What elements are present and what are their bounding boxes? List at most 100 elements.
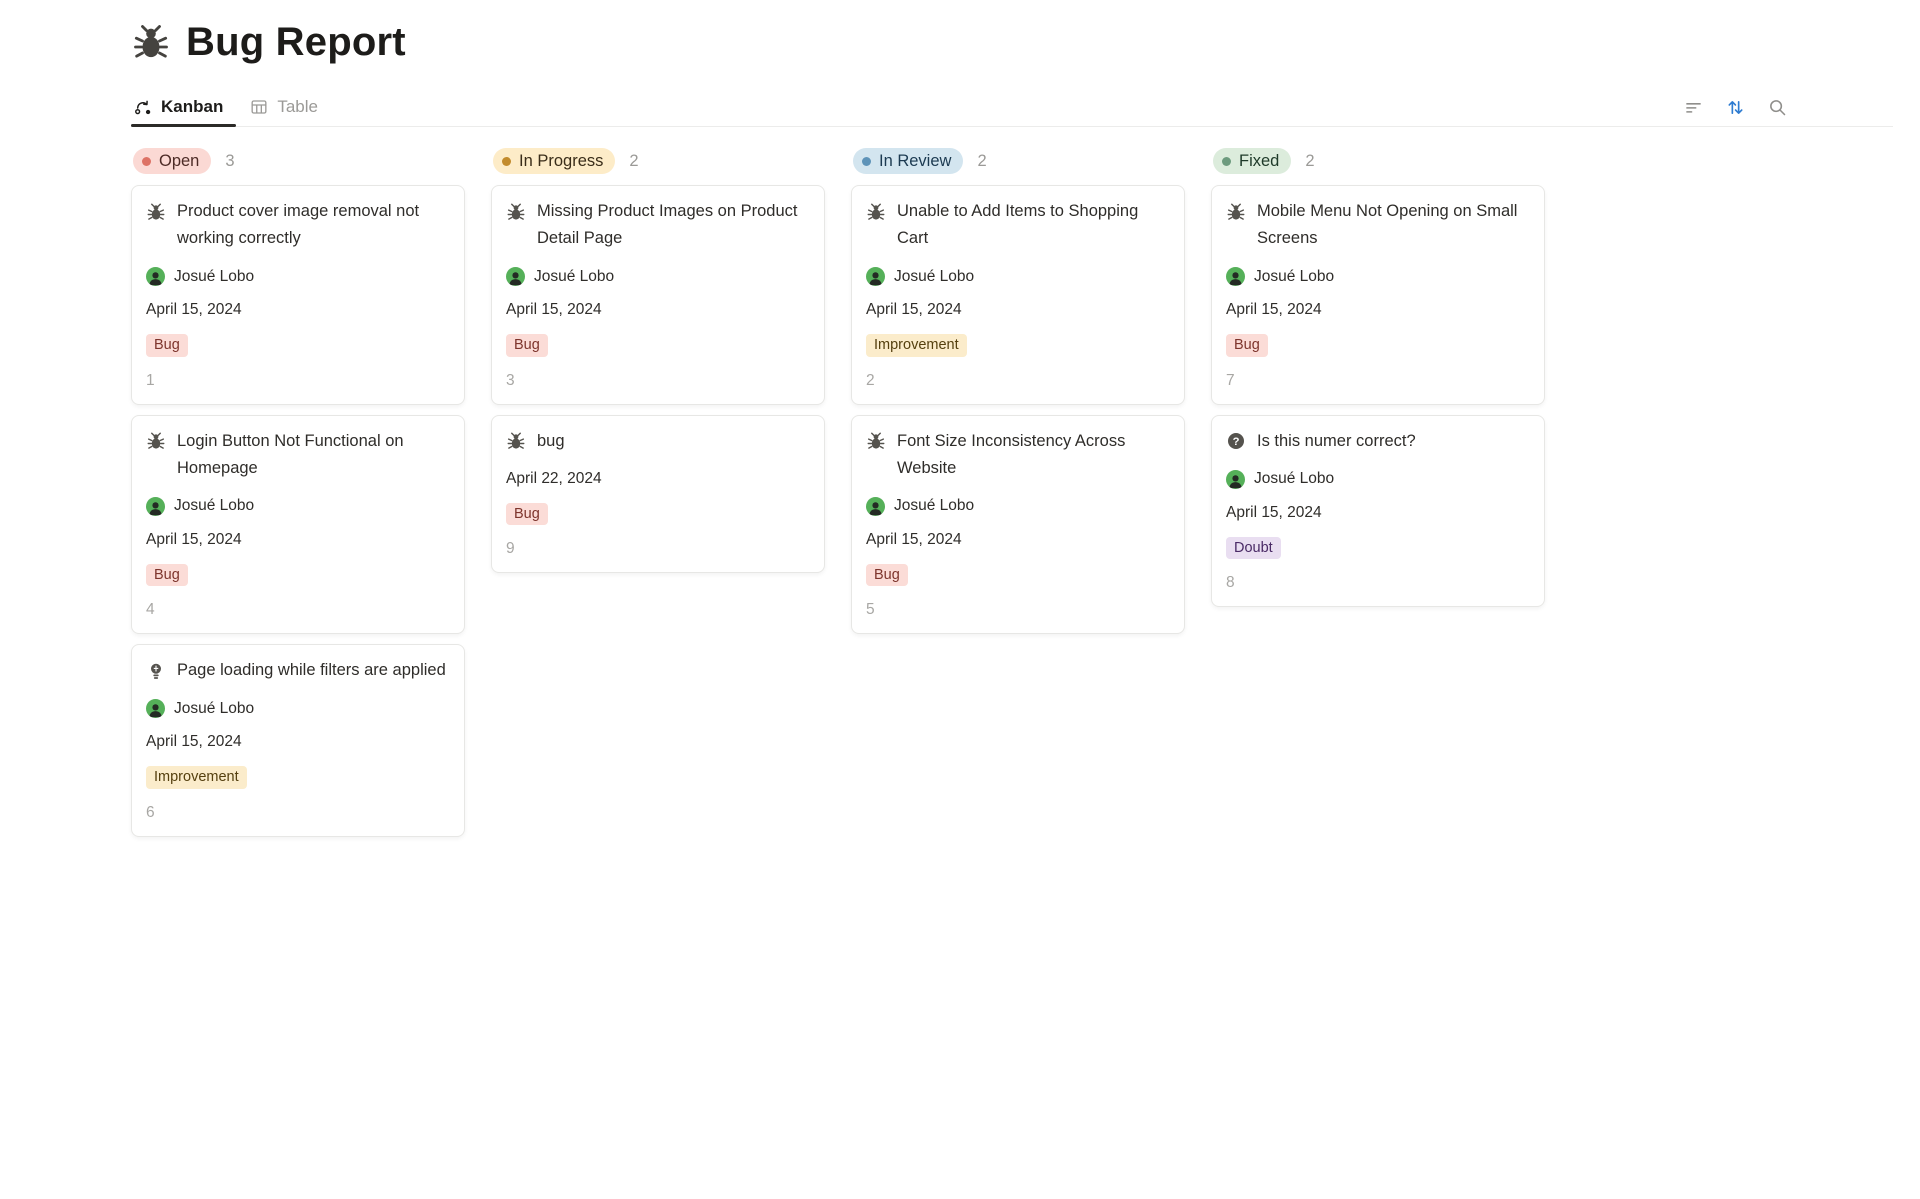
search-icon [1767,97,1788,118]
assignee-name: Josué Lobo [894,497,974,515]
person-icon [1227,269,1244,286]
card-title: Login Button Not Functional on Homepage [177,428,450,482]
card-title: Page loading while filters are applied [177,657,446,684]
filter-icon [1683,97,1704,118]
filter-button[interactable] [1681,95,1706,120]
avatar [1226,470,1245,489]
assignee-name: Josué Lobo [174,700,254,718]
card-title: Missing Product Images on Product Detail… [537,198,810,252]
kanban-card[interactable]: bug April 22, 2024 Bug 9 [491,415,825,574]
bug-icon [506,202,526,222]
status-label: In Progress [519,152,603,171]
page-title[interactable]: Bug Report [186,20,406,65]
board-column-fixed: Fixed 2 Mobile Menu Not Opening on Small… [1211,148,1545,617]
card-tag-row: Bug [866,564,1170,587]
status-dot [142,157,151,166]
card-tag-row: Bug [146,334,450,357]
tab-kanban[interactable]: Kanban [131,88,236,126]
avatar [146,699,165,718]
card-id: 2 [866,372,1170,390]
person-icon [507,269,524,286]
column-count: 2 [1305,152,1314,171]
assignee-name: Josué Lobo [534,268,614,286]
kanban-card[interactable]: Missing Product Images on Product Detail… [491,185,825,405]
column-count: 2 [977,152,986,171]
card-tag-row: Bug [1226,334,1530,357]
kanban-card[interactable]: Login Button Not Functional on Homepage … [131,415,465,635]
lightbulb-icon [146,661,166,681]
card-title-row: Product cover image removal not working … [146,198,450,252]
status-pill-open[interactable]: Open [133,148,211,174]
card-assignee-row: Josué Lobo [866,267,1170,286]
card-id: 3 [506,372,810,390]
card-title-row: bug [506,428,810,455]
avatar [866,267,885,286]
kanban-card[interactable]: Font Size Inconsistency Across Website J… [851,415,1185,635]
status-pill-in-progress[interactable]: In Progress [493,148,615,174]
question-icon [1226,431,1246,451]
person-icon [147,499,164,516]
person-icon [1227,472,1244,489]
card-assignee-row: Josué Lobo [1226,267,1530,286]
status-label: Fixed [1239,152,1279,171]
card-title-row: Font Size Inconsistency Across Website [866,428,1170,482]
board-column-in-progress: In Progress 2 Missing Product Images on … [491,148,825,583]
avatar [866,497,885,516]
avatar [146,267,165,286]
column-header: In Progress 2 [491,148,825,174]
card-assignee-row: Josué Lobo [146,497,450,516]
table-icon [249,97,269,117]
tag-bug: Bug [866,564,908,587]
status-dot [1222,157,1231,166]
sort-button[interactable] [1723,95,1748,120]
card-date: April 15, 2024 [146,733,450,751]
tag-improvement: Improvement [866,334,967,357]
status-dot [862,157,871,166]
person-icon [867,499,884,516]
column-header: In Review 2 [851,148,1185,174]
toolbar-actions [1681,95,1893,120]
card-id: 8 [1226,574,1530,592]
card-date: April 15, 2024 [866,301,1170,319]
card-assignee-row: Josué Lobo [866,497,1170,516]
card-assignee-row: Josué Lobo [506,267,810,286]
card-id: 1 [146,372,450,390]
bug-icon [506,431,526,451]
status-dot [502,157,511,166]
card-assignee-row: Josué Lobo [146,699,450,718]
card-date: April 15, 2024 [146,301,450,319]
bug-icon [131,22,171,62]
kanban-card[interactable]: Mobile Menu Not Opening on Small Screens… [1211,185,1545,405]
status-pill-fixed[interactable]: Fixed [1213,148,1291,174]
kanban-card[interactable]: Page loading while filters are applied J… [131,644,465,837]
board-column-in-review: In Review 2 Unable to Add Items to Shopp… [851,148,1185,644]
tag-bug: Bug [1226,334,1268,357]
card-title-row: Login Button Not Functional on Homepage [146,428,450,482]
column-count: 2 [629,152,638,171]
tab-kanban-label: Kanban [161,97,223,117]
card-title: Is this numer correct? [1257,428,1416,455]
page-header: Bug Report [131,16,1920,68]
board-column-open: Open 3 Product cover image removal not w… [131,148,465,847]
tab-table[interactable]: Table [247,88,331,126]
card-date: April 22, 2024 [506,470,810,488]
search-button[interactable] [1765,95,1790,120]
person-icon [147,701,164,718]
status-pill-in-review[interactable]: In Review [853,148,963,174]
kanban-card[interactable]: Product cover image removal not working … [131,185,465,405]
card-date: April 15, 2024 [866,531,1170,549]
assignee-name: Josué Lobo [894,268,974,286]
card-tag-row: Bug [506,334,810,357]
kanban-card[interactable]: Unable to Add Items to Shopping Cart Jos… [851,185,1185,405]
card-id: 9 [506,540,810,558]
bug-report-page: Bug Report Kanban Table [0,0,1920,1199]
card-date: April 15, 2024 [146,531,450,549]
card-assignee-row: Josué Lobo [146,267,450,286]
card-tag-row: Bug [506,503,810,526]
bug-icon [866,431,886,451]
assignee-name: Josué Lobo [1254,268,1334,286]
card-date: April 15, 2024 [1226,504,1530,522]
card-title-row: Page loading while filters are applied [146,657,450,684]
kanban-card[interactable]: Is this numer correct? Josué Lobo April … [1211,415,1545,608]
kanban-board: Open 3 Product cover image removal not w… [131,148,1920,847]
